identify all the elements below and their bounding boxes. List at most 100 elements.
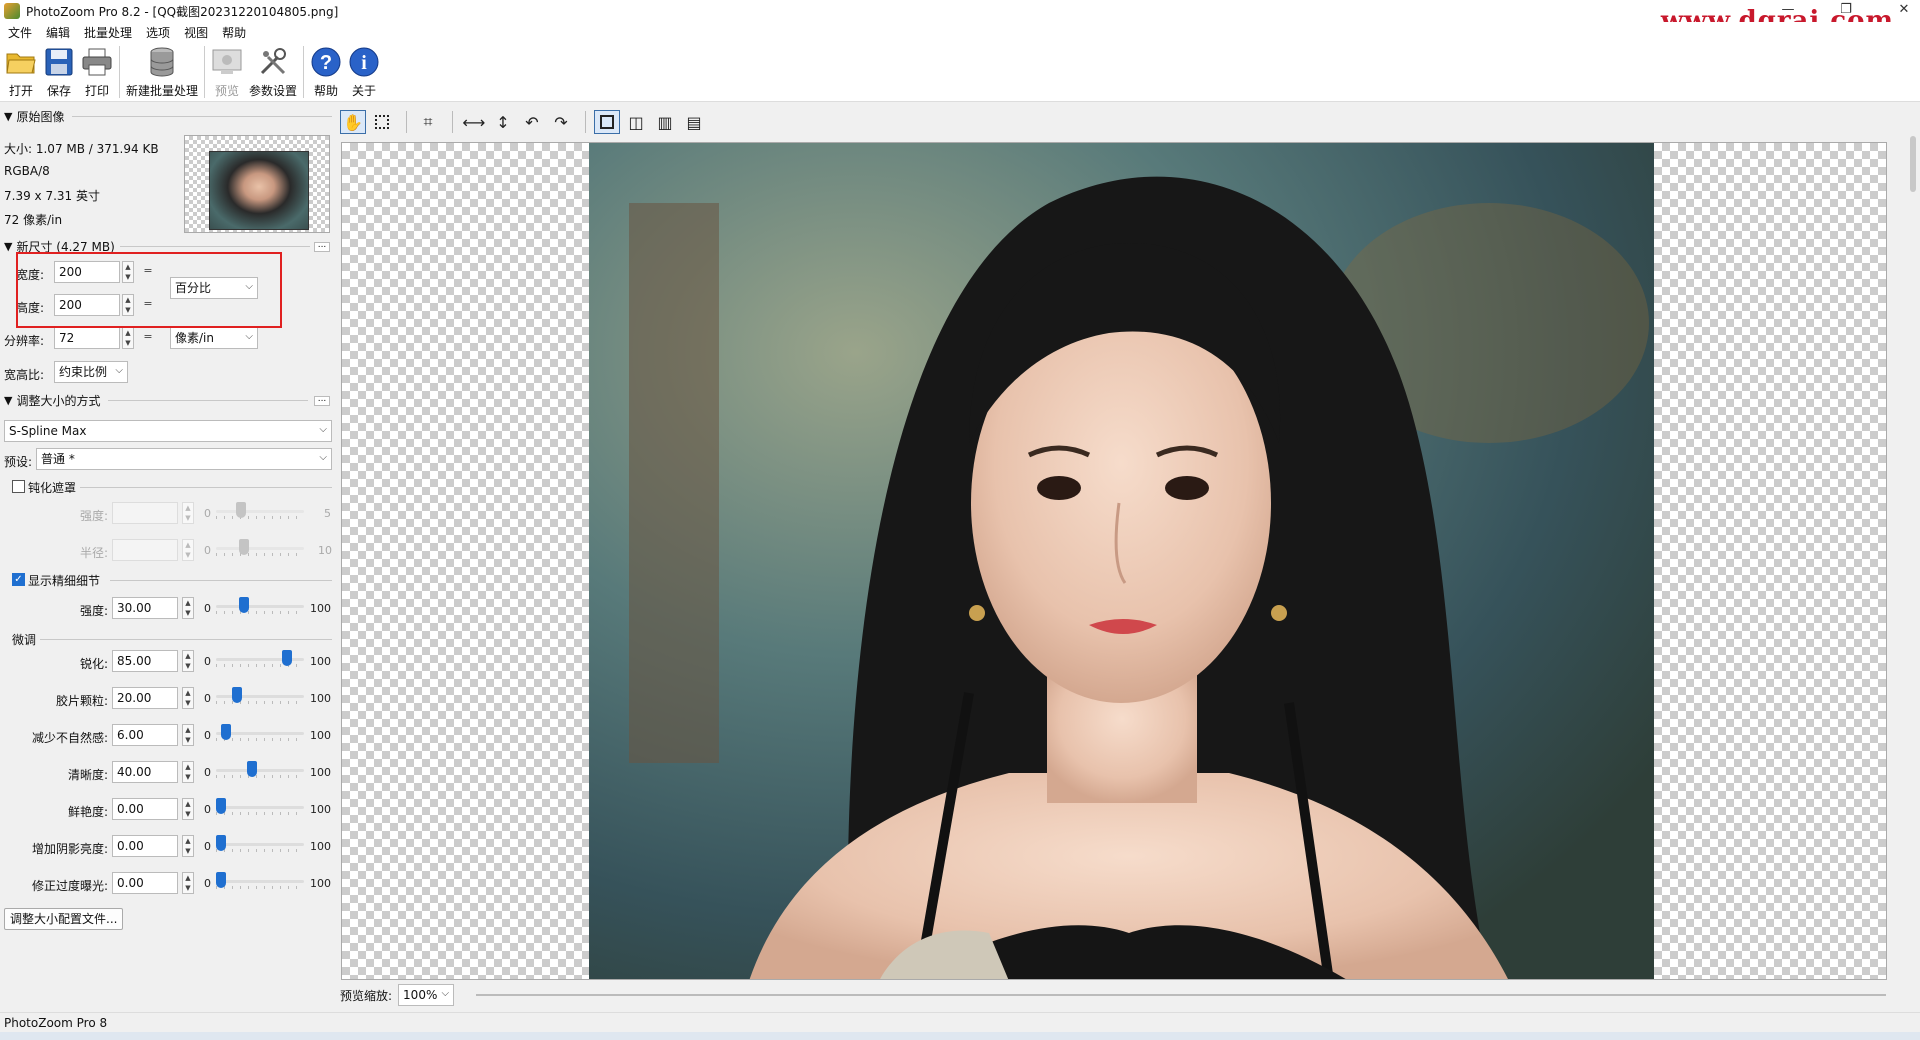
highlight-box bbox=[16, 252, 282, 328]
resolution-input[interactable]: 72 bbox=[54, 327, 120, 349]
crop-button[interactable]: ⌗ bbox=[415, 110, 441, 134]
preview-canvas[interactable] bbox=[341, 142, 1887, 980]
details-strength-spinner[interactable]: ▲ ▼ bbox=[182, 597, 194, 619]
stacked-view-button[interactable]: ▤ bbox=[681, 110, 707, 134]
single-view-icon bbox=[600, 115, 614, 129]
single-view-button[interactable] bbox=[594, 110, 620, 134]
view-toolbar: ✋ ⌗ ⟷ ↕ ↶ ↷ ◫ ▥ ▤ bbox=[340, 108, 710, 136]
zoom-select[interactable]: 100% ⌵ bbox=[398, 984, 455, 1006]
floppy-disk-icon bbox=[43, 46, 75, 78]
preview-icon bbox=[211, 46, 243, 78]
save-button[interactable]: 保存 bbox=[43, 46, 75, 99]
finetune-slider[interactable] bbox=[216, 761, 304, 779]
resolution-spinner[interactable]: ▲ ▼ bbox=[122, 327, 134, 349]
chevron-down-icon: ⌵ bbox=[441, 988, 450, 999]
open-button[interactable]: 打开 bbox=[5, 46, 37, 99]
rotate-right-icon: ↷ bbox=[554, 112, 568, 132]
close-button[interactable]: ✕ bbox=[1896, 2, 1912, 17]
preset-select[interactable]: 普通 * ⌵ bbox=[36, 448, 332, 470]
stacked-view-icon: ▤ bbox=[686, 112, 702, 132]
finetune-slider[interactable] bbox=[216, 724, 304, 742]
details-strength-label: 强度: bbox=[80, 604, 109, 618]
side-by-side-view-button[interactable]: ▥ bbox=[652, 110, 678, 134]
app-icon bbox=[4, 3, 20, 19]
toolbar-separator bbox=[585, 111, 586, 133]
toolbar-separator bbox=[119, 46, 120, 98]
finetune-slider[interactable] bbox=[216, 798, 304, 816]
resize-profile-button[interactable]: 调整大小配置文件... bbox=[4, 908, 124, 930]
menu-view[interactable]: 视图 bbox=[184, 24, 208, 41]
thumbnail-image bbox=[209, 151, 309, 230]
portrait-illustration bbox=[589, 143, 1654, 979]
original-dimensions: 7.39 x 7.31 英寸 bbox=[4, 189, 100, 203]
new-size-more-button[interactable]: ... bbox=[314, 241, 330, 252]
crop-icon: ⌗ bbox=[423, 112, 433, 131]
finetune-label: 清晰度: bbox=[67, 768, 108, 782]
info-icon: i bbox=[348, 46, 380, 78]
menu-file[interactable]: 文件 bbox=[8, 24, 32, 41]
finetune-input[interactable]: 85.00 bbox=[112, 650, 178, 672]
selection-icon bbox=[375, 115, 389, 129]
finetune-spinner[interactable]: ▲ ▼ bbox=[182, 835, 194, 857]
finetune-slider[interactable] bbox=[216, 872, 304, 890]
flip-horizontal-button[interactable]: ⟷ bbox=[461, 110, 487, 134]
finetune-spinner[interactable]: ▲ ▼ bbox=[182, 798, 194, 820]
settings-button[interactable]: 参数设置 bbox=[249, 46, 297, 99]
help-button[interactable]: ? 帮助 bbox=[310, 46, 342, 99]
menu-help[interactable]: 帮助 bbox=[222, 24, 246, 41]
about-button[interactable]: i 关于 bbox=[348, 46, 380, 99]
status-bar: PhotoZoom Pro 8 bbox=[0, 1012, 1920, 1032]
resolution-unit-select[interactable]: 像素/in ⌵ bbox=[170, 327, 258, 349]
side-by-side-icon: ▥ bbox=[657, 112, 673, 132]
unsharp-radius-spinner: ▲ ▼ bbox=[182, 539, 194, 561]
finetune-slider[interactable] bbox=[216, 835, 304, 853]
menu-options[interactable]: 选项 bbox=[146, 24, 170, 41]
details-strength-slider[interactable] bbox=[216, 597, 304, 615]
details-label: 显示精细细节 bbox=[28, 574, 101, 588]
print-button[interactable]: 打印 bbox=[81, 46, 113, 99]
chevron-down-icon: ⌵ bbox=[319, 452, 327, 463]
rotate-left-button[interactable]: ↶ bbox=[519, 110, 545, 134]
new-batch-button[interactable]: 新建批量处理 bbox=[126, 46, 198, 99]
preview-button[interactable]: 预览 bbox=[211, 46, 243, 99]
original-section-header[interactable]: ▼ 原始图像 bbox=[4, 108, 64, 125]
hand-tool-button[interactable]: ✋ bbox=[340, 110, 366, 134]
vertical-scrollbar[interactable] bbox=[1910, 132, 1918, 922]
flip-vertical-button[interactable]: ↕ bbox=[490, 110, 516, 134]
method-section-header[interactable]: ▼ 调整大小的方式 bbox=[4, 392, 100, 409]
finetune-spinner[interactable]: ▲ ▼ bbox=[182, 761, 194, 783]
menu-edit[interactable]: 编辑 bbox=[46, 24, 70, 41]
aspect-select[interactable]: 约束比例 ⌵ bbox=[54, 361, 128, 383]
aspect-label: 宽高比: bbox=[4, 368, 45, 382]
finetune-spinner[interactable]: ▲ ▼ bbox=[182, 687, 194, 709]
finetune-label: 胶片颗粒: bbox=[55, 694, 108, 708]
rotate-right-button[interactable]: ↷ bbox=[548, 110, 574, 134]
finetune-input[interactable]: 0.00 bbox=[112, 798, 178, 820]
taskbar-strip bbox=[0, 1032, 1920, 1040]
scrollbar-thumb[interactable] bbox=[1910, 136, 1916, 192]
finetune-input[interactable]: 6.00 bbox=[112, 724, 178, 746]
selection-tool-button[interactable] bbox=[369, 110, 395, 134]
finetune-spinner[interactable]: ▲ ▼ bbox=[182, 724, 194, 746]
original-thumbnail[interactable] bbox=[184, 135, 330, 233]
details-checkbox[interactable]: ✓ bbox=[12, 573, 25, 586]
finetune-input[interactable]: 0.00 bbox=[112, 835, 178, 857]
unsharp-checkbox[interactable] bbox=[12, 480, 25, 493]
finetune-input[interactable]: 40.00 bbox=[112, 761, 178, 783]
split-view-button[interactable]: ◫ bbox=[623, 110, 649, 134]
menu-batch[interactable]: 批量处理 bbox=[84, 24, 132, 41]
finetune-slider[interactable] bbox=[216, 650, 304, 668]
finetune-spinner[interactable]: ▲ ▼ bbox=[182, 872, 194, 894]
method-more-button[interactable]: ... bbox=[314, 395, 330, 406]
horizontal-scrollbar[interactable] bbox=[476, 994, 1886, 996]
finetune-slider[interactable] bbox=[216, 687, 304, 705]
finetune-input[interactable]: 20.00 bbox=[112, 687, 178, 709]
details-strength-input[interactable]: 30.00 bbox=[112, 597, 178, 619]
algorithm-select[interactable]: S-Spline Max ⌵ bbox=[4, 420, 332, 442]
finetune-label: 增加阴影亮度: bbox=[31, 842, 108, 856]
horizontal-arrows-icon: ⟷ bbox=[462, 112, 486, 132]
finetune-spinner[interactable]: ▲ ▼ bbox=[182, 650, 194, 672]
finetune-input[interactable]: 0.00 bbox=[112, 872, 178, 894]
section-divider bbox=[108, 400, 308, 401]
resolution-link-button[interactable]: = bbox=[142, 330, 154, 346]
